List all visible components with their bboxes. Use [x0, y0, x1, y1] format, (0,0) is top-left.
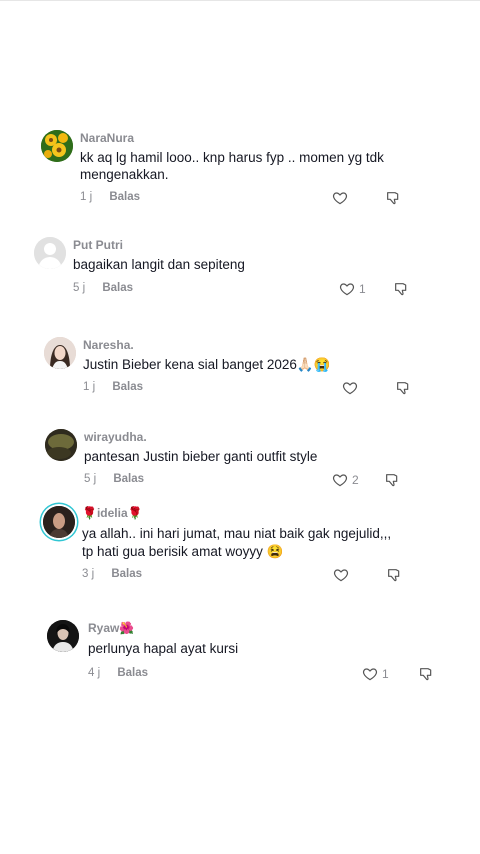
- comment-time: 5 j: [84, 473, 97, 485]
- like-button[interactable]: [333, 567, 353, 583]
- heart-outline-icon: [362, 668, 378, 681]
- thumbs-down-icon: [387, 192, 399, 205]
- comment-text: Justin Bieber kena sial banget 2026🙏🏻😭: [83, 357, 331, 372]
- reply-button[interactable]: Balas: [117, 667, 148, 679]
- like-button[interactable]: [342, 380, 362, 396]
- dislike-button[interactable]: [385, 190, 401, 211]
- heart-outline-icon: [339, 283, 355, 296]
- comment-username[interactable]: 🌹idelia🌹: [82, 506, 143, 520]
- comment-time: 1 j: [83, 381, 96, 393]
- comment-meta: 1 j Balas: [80, 191, 140, 203]
- avatar[interactable]: [47, 620, 79, 652]
- thumbs-down-icon: [386, 474, 398, 487]
- heart-outline-icon: [332, 192, 348, 205]
- thumbs-down-icon: [388, 569, 400, 582]
- comment-time: 4 j: [88, 667, 101, 679]
- comment-username[interactable]: Put Putri: [73, 238, 123, 252]
- like-count: 2: [352, 473, 359, 487]
- reply-button[interactable]: Balas: [102, 282, 133, 294]
- thumbs-down-icon: [420, 668, 432, 681]
- reply-button[interactable]: Balas: [112, 381, 143, 393]
- like-count: 1: [382, 667, 389, 681]
- comment-time: 1 j: [80, 191, 93, 203]
- comment-username[interactable]: Naresha.: [83, 338, 134, 352]
- like-button[interactable]: 1: [362, 666, 389, 682]
- reply-button[interactable]: Balas: [109, 191, 140, 203]
- like-button[interactable]: 2: [332, 472, 359, 488]
- comment-text: perlunya hapal ayat kursi: [88, 641, 239, 656]
- comment-text: tp hati gua berisik amat woyyy 😫: [82, 544, 284, 559]
- avatar[interactable]: [34, 237, 66, 269]
- heart-outline-icon: [333, 569, 349, 582]
- dislike-button[interactable]: [393, 281, 409, 302]
- comment-meta: 1 j Balas: [83, 381, 143, 393]
- comment-meta: 5 j Balas: [73, 282, 133, 294]
- avatar[interactable]: [44, 337, 76, 369]
- thumbs-down-icon: [397, 382, 409, 395]
- dislike-button[interactable]: [386, 567, 402, 588]
- comment-meta: 3 j Balas: [82, 568, 142, 580]
- comment-time: 3 j: [82, 568, 95, 580]
- comment-text: pantesan Justin bieber ganti outfit styl…: [84, 449, 318, 464]
- thumbs-down-icon: [395, 283, 407, 296]
- comment-meta: 4 j Balas: [88, 667, 148, 679]
- dislike-button[interactable]: [384, 472, 400, 493]
- reply-button[interactable]: Balas: [113, 473, 144, 485]
- like-button[interactable]: 1: [339, 281, 366, 297]
- heart-outline-icon: [332, 474, 348, 487]
- top-divider: [0, 0, 480, 1]
- reply-button[interactable]: Balas: [111, 568, 142, 580]
- comment-username[interactable]: NaraNura: [80, 131, 134, 145]
- comment-username[interactable]: wirayudha.: [84, 430, 147, 444]
- avatar[interactable]: [43, 506, 75, 538]
- like-button[interactable]: [332, 190, 352, 206]
- comment-text: mengenakkan.: [80, 167, 169, 182]
- comment-time: 5 j: [73, 282, 86, 294]
- heart-outline-icon: [342, 382, 358, 395]
- comment-username[interactable]: Ryaw🌺: [88, 621, 134, 635]
- dislike-button[interactable]: [395, 380, 411, 401]
- like-count: 1: [359, 282, 366, 296]
- comment-text: bagaikan langit dan sepiteng: [73, 257, 245, 272]
- comment-text: ya allah.. ini hari jumat, mau niat baik…: [82, 526, 392, 541]
- avatar[interactable]: [45, 429, 77, 461]
- dislike-button[interactable]: [418, 666, 434, 687]
- avatar[interactable]: [41, 130, 73, 162]
- comment-meta: 5 j Balas: [84, 473, 144, 485]
